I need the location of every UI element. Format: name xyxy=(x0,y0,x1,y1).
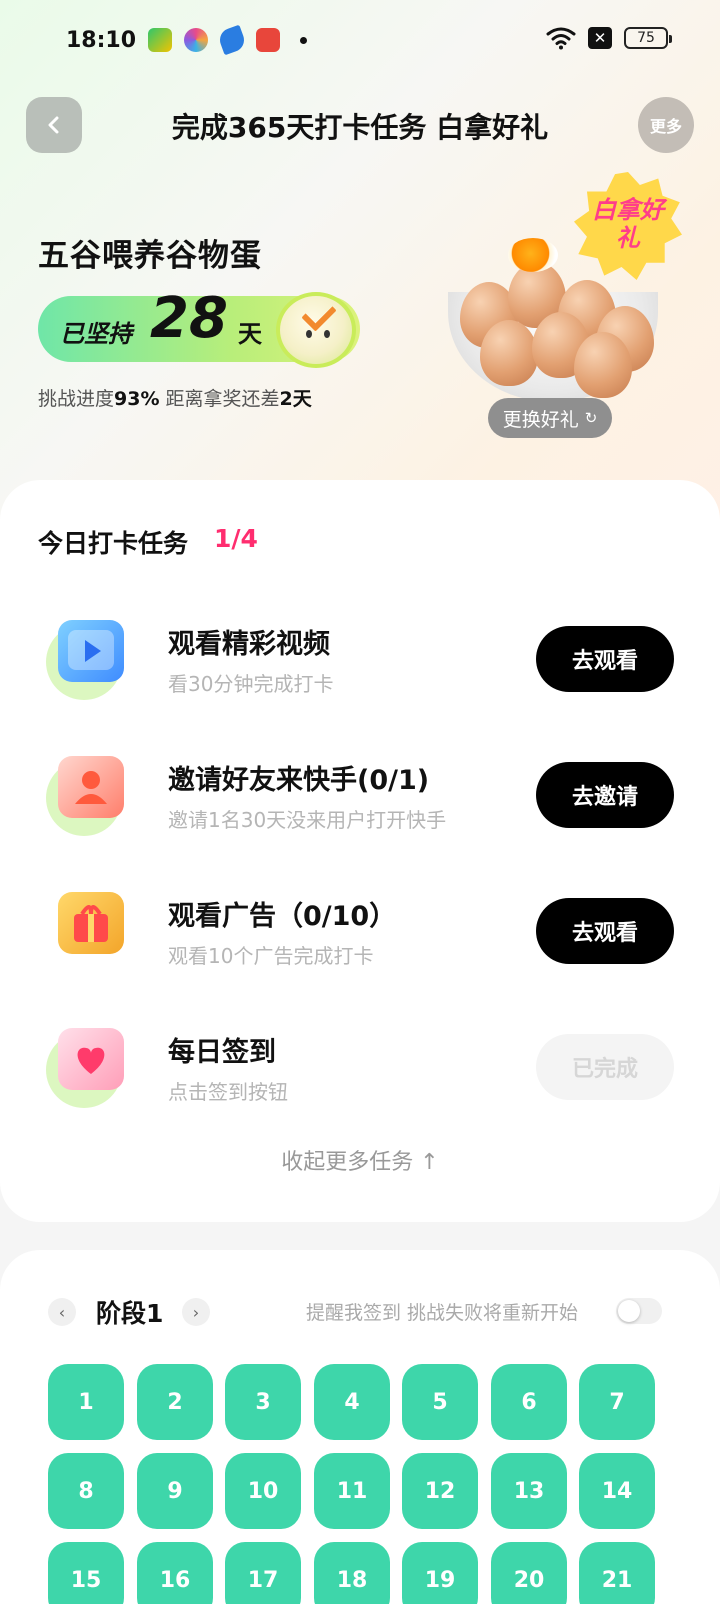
battery-icon: 75 xyxy=(624,27,672,49)
remaining-prefix: 距离拿奖还差 xyxy=(159,388,280,410)
status-app-icons xyxy=(148,24,307,56)
refresh-icon: ↻ xyxy=(584,409,598,427)
day-cell[interactable]: 4 xyxy=(314,1364,390,1440)
stage-title: 阶段1 xyxy=(96,1299,164,1328)
task-item: 观看广告（0/10） 观看10个广告完成打卡 去观看 xyxy=(0,884,720,984)
task-count: 1/4 xyxy=(214,524,258,553)
stage-card: ‹ 阶段1 › 提醒我签到 挑战失败将重新开始 1 2 3 4 5 6 7 8 9 10 11 12 1… xyxy=(0,1250,720,1604)
battery-level: 75 xyxy=(637,30,655,46)
task-item: 邀请好友来快手(0/1) 邀请1名30天没来用户打开快手 去邀请 xyxy=(0,748,720,848)
task-desc: 点击签到按钮 xyxy=(168,1080,288,1104)
app-icon-1 xyxy=(148,28,172,52)
task-item: 每日签到 点击签到按钮 已完成 xyxy=(0,1020,720,1120)
chevron-left-icon: ‹ xyxy=(58,1302,66,1322)
stage-prev-button[interactable]: ‹ xyxy=(48,1298,76,1326)
gift-ad-icon xyxy=(46,888,130,972)
app-icon-4 xyxy=(256,28,280,52)
day-cell[interactable]: 11 xyxy=(314,1453,390,1529)
remaining-days: 2天 xyxy=(279,388,312,410)
streak-days: 28 xyxy=(150,286,228,351)
product-name: 五谷喂养谷物蛋 xyxy=(38,238,262,274)
task-name: 观看广告（0/10） xyxy=(168,901,397,932)
streak-label: 已坚持 xyxy=(60,320,132,348)
day-cell[interactable]: 3 xyxy=(225,1364,301,1440)
challenge-progress: 挑战进度93% 距离拿奖还差2天 xyxy=(38,384,312,411)
progress-percent: 93% xyxy=(114,388,160,410)
streak-unit: 天 xyxy=(238,320,262,348)
change-gift-button[interactable]: 更换好礼 ↻ xyxy=(488,398,612,438)
task-item: 观看精彩视频 看30分钟完成打卡 去观看 xyxy=(0,612,720,712)
streak-pill: 已坚持 28 天 xyxy=(38,286,360,368)
x-icon: ✕ xyxy=(588,27,612,49)
gift-badge-text: 白拿好礼 xyxy=(592,196,664,252)
app-icon-2 xyxy=(184,28,208,52)
day-cell[interactable]: 7 xyxy=(579,1364,655,1440)
day-cell[interactable]: 8 xyxy=(48,1453,124,1529)
task-name: 每日签到 xyxy=(168,1037,276,1068)
app-icon-3 xyxy=(216,24,248,56)
day-cell[interactable]: 12 xyxy=(402,1453,478,1529)
task-desc: 邀请1名30天没来用户打开快手 xyxy=(168,808,447,832)
day-cell[interactable]: 6 xyxy=(491,1364,567,1440)
day-cell[interactable]: 14 xyxy=(579,1453,655,1529)
task-desc: 看30分钟完成打卡 xyxy=(168,672,334,696)
collapse-tasks-link[interactable]: 收起更多任务 ↑ xyxy=(0,1144,720,1176)
chevron-right-icon: › xyxy=(192,1302,200,1322)
day-cell[interactable]: 18 xyxy=(314,1542,390,1604)
stage-remind-label: 提醒我签到 挑战失败将重新开始 xyxy=(306,1302,579,1324)
day-cell[interactable]: 13 xyxy=(491,1453,567,1529)
watch-ad-button[interactable]: 去观看 xyxy=(536,898,674,964)
day-cell[interactable]: 20 xyxy=(491,1542,567,1604)
stage-next-button[interactable]: › xyxy=(182,1298,210,1326)
status-indicators: ✕ 75 xyxy=(546,26,672,50)
back-button[interactable] xyxy=(26,97,82,153)
page-title: 完成365天打卡任务 白拿好礼 xyxy=(171,111,549,144)
task-name: 邀请好友来快手(0/1) xyxy=(168,765,430,796)
day-cell[interactable]: 19 xyxy=(402,1542,478,1604)
day-cell[interactable]: 16 xyxy=(137,1542,213,1604)
change-gift-label: 更换好礼 xyxy=(502,408,579,431)
day-cell[interactable]: 5 xyxy=(402,1364,478,1440)
chevron-left-icon xyxy=(48,116,59,134)
day-cell[interactable]: 1 xyxy=(48,1364,124,1440)
status-bar: 18:10 ✕ 75 xyxy=(0,0,720,82)
invite-friend-button[interactable]: 去邀请 xyxy=(536,762,674,828)
calendar-heart-icon xyxy=(46,1024,130,1108)
task-name: 观看精彩视频 xyxy=(168,629,330,660)
wifi-icon xyxy=(546,27,576,50)
invite-user-icon xyxy=(46,752,130,836)
progress-prefix: 挑战进度 xyxy=(38,388,115,410)
watch-video-button[interactable]: 去观看 xyxy=(536,626,674,692)
day-cell[interactable]: 15 xyxy=(48,1542,124,1604)
checkin-done-button[interactable]: 已完成 xyxy=(536,1034,674,1100)
notification-dot-icon xyxy=(300,36,307,44)
task-desc: 观看10个广告完成打卡 xyxy=(168,944,374,968)
egg-mascot-icon xyxy=(276,292,356,368)
more-button[interactable]: 更多 xyxy=(638,97,694,153)
remind-toggle[interactable] xyxy=(616,1298,662,1324)
day-cell[interactable]: 2 xyxy=(137,1364,213,1440)
day-cell[interactable]: 9 xyxy=(137,1453,213,1529)
day-cell[interactable]: 17 xyxy=(225,1542,301,1604)
day-cell[interactable]: 21 xyxy=(579,1542,655,1604)
status-time: 18:10 xyxy=(66,28,137,53)
task-card: 今日打卡任务 1/4 观看精彩视频 看30分钟完成打卡 去观看 邀请好友来快手(… xyxy=(0,480,720,1222)
video-play-icon xyxy=(46,616,130,700)
task-card-title: 今日打卡任务 xyxy=(38,529,189,558)
day-cell[interactable]: 10 xyxy=(225,1453,301,1529)
